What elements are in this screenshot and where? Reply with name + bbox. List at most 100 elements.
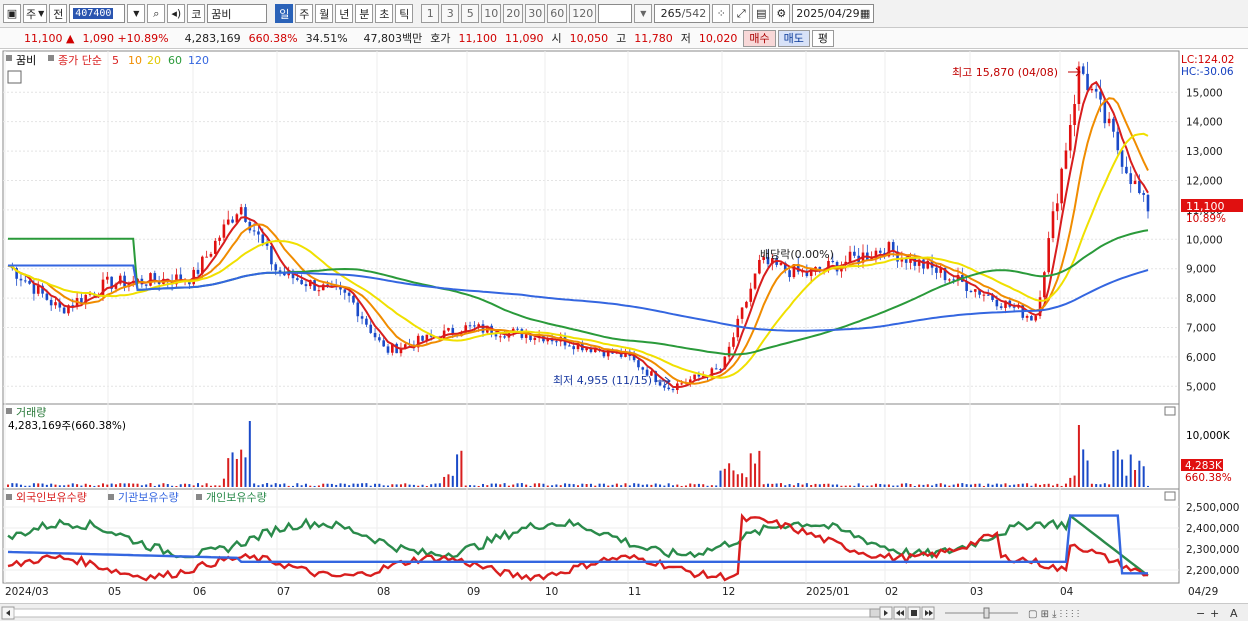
search-icon[interactable]: ⌕ [147,4,166,23]
sell-button[interactable]: 매도 [777,29,810,47]
count-value: 265 [660,7,682,20]
volume-bar [948,485,951,487]
volume-bar [50,483,53,487]
gear-icon[interactable]: ⚙ [772,4,791,23]
zoom-in-icon[interactable]: + [1210,607,1219,620]
volume-bar [844,485,847,487]
volume-bar [222,478,225,487]
volume-bar [913,485,916,487]
volume-close-icon[interactable] [1164,406,1176,416]
period-year-button[interactable]: 년 [335,4,354,23]
window-menu-icon[interactable]: ▣ [3,4,21,23]
zoom-out-icon[interactable]: − [1196,607,1205,620]
zoom-slider-thumb[interactable] [983,607,990,619]
legend-ma-menu-icon[interactable] [48,55,54,61]
eval-button[interactable]: 평 [811,29,835,47]
date-tick-label: 05 [108,586,121,598]
type-select[interactable]: 주 ▼ [23,4,48,23]
volume-bar [762,484,765,487]
calculator-icon[interactable] [7,70,22,84]
period-tick-button[interactable]: 틱 [395,4,414,23]
date-tick-label: 06 [193,586,207,598]
period-day-button[interactable]: 일 [275,4,294,23]
candle-body [572,346,575,350]
interval-3-button[interactable]: 3 [441,4,460,23]
volume-bar [1125,475,1128,487]
ask-value: 11,100 [458,31,498,45]
volume-bar [520,483,523,487]
volume-bar [123,483,126,487]
interval-custom-input[interactable] [598,4,633,23]
code-dropdown-icon[interactable]: ▼ [127,4,146,23]
scroll-track[interactable] [13,608,881,618]
volume-bar [879,484,882,487]
candle-body [736,318,740,338]
candle-body [244,207,247,222]
date-tick-label: 07 [277,586,290,598]
volume-bar [702,484,705,487]
save-icon[interactable]: ▤ [752,4,771,23]
volume-bar [421,484,424,487]
holdings-close-icon[interactable] [1164,491,1176,501]
text-size-icon[interactable]: A [1230,607,1238,620]
period-week-button[interactable]: 주 [295,4,314,23]
volume-bar [995,483,998,487]
dot-grid-icon[interactable]: ⁘ [712,4,731,23]
date-input[interactable]: 2025/04/29 ▦ [792,4,875,23]
interval-10-button[interactable]: 10 [481,4,502,23]
interval-30-button[interactable]: 30 [525,4,546,23]
candle-body [1090,88,1094,91]
price-tick-label: 9,000 [1186,264,1216,276]
market-button[interactable]: 코 [187,4,206,23]
volume-info: 4,283,169주(660.38%) [8,420,126,432]
volume-bar [391,484,394,487]
candle-body [317,290,321,292]
volume-bar [538,483,541,487]
volume-panel-menu-icon[interactable] [6,408,12,414]
period-minute-button[interactable]: 분 [355,4,374,23]
volume-bar [201,485,204,487]
volume-bar [1039,484,1042,487]
interval-60-button[interactable]: 60 [547,4,568,23]
volume-bar [598,483,601,487]
period-second-button[interactable]: 초 [375,4,394,23]
panel-menu-icon[interactable] [6,55,12,61]
quote-bar: 11,100 ▲ 1,090 +10.89% 4,283,169 660.38%… [0,28,1248,49]
holdings-menu-icon[interactable] [6,494,12,500]
candle-body [213,240,217,254]
volume-bar [434,483,437,487]
volume-bar [987,483,990,487]
speaker-icon[interactable]: ◂) [167,4,186,23]
buy-button[interactable]: 매수 [743,29,776,47]
candle-body [658,382,662,386]
interval-1-button[interactable]: 1 [421,4,440,23]
candle-body [969,291,973,293]
interval-20-button[interactable]: 20 [503,4,524,23]
scroll-thumb[interactable] [869,608,881,618]
candle-body [982,294,986,296]
volume-bar [862,485,864,487]
interval-5-button[interactable]: 5 [461,4,480,23]
volume-bar [430,484,433,487]
stock-chart[interactable]: 꿈비 종가 단순 5 10 20 60 120 15,000 14,000 13,0… [0,49,1248,603]
chart-scrollbar[interactable]: ▢ ⊞ ⤓ ⫶ ⫶ ⫶ ⫶ − + A [0,603,1248,621]
volume-bar [814,483,817,487]
candle-body [296,278,299,280]
stock-name-field[interactable]: 꿈비 [207,4,268,23]
volume-bar [469,485,472,487]
count-display[interactable]: 265/542 [654,4,711,23]
volume-bar [1099,484,1102,487]
legend-ma10: 10 [128,54,142,67]
line-tool-icon[interactable]: ⤢ [732,4,751,23]
period-month-button[interactable]: 월 [315,4,334,23]
prev-button[interactable]: 전 [49,4,68,23]
toggle-icons[interactable]: ▢ ⊞ ⤓ ⫶ ⫶ ⫶ ⫶ [1028,609,1079,620]
volume-bar [119,483,122,487]
candle-body [973,289,977,292]
legend-foreign: 외국인보유수량 [16,491,87,504]
high-value: 11,780 [634,31,673,45]
interval-dropdown-icon[interactable]: ▼ [634,4,653,23]
stock-code-input[interactable]: 407400 [69,4,126,23]
candle-body [300,279,303,285]
interval-120-button[interactable]: 120 [569,4,597,23]
